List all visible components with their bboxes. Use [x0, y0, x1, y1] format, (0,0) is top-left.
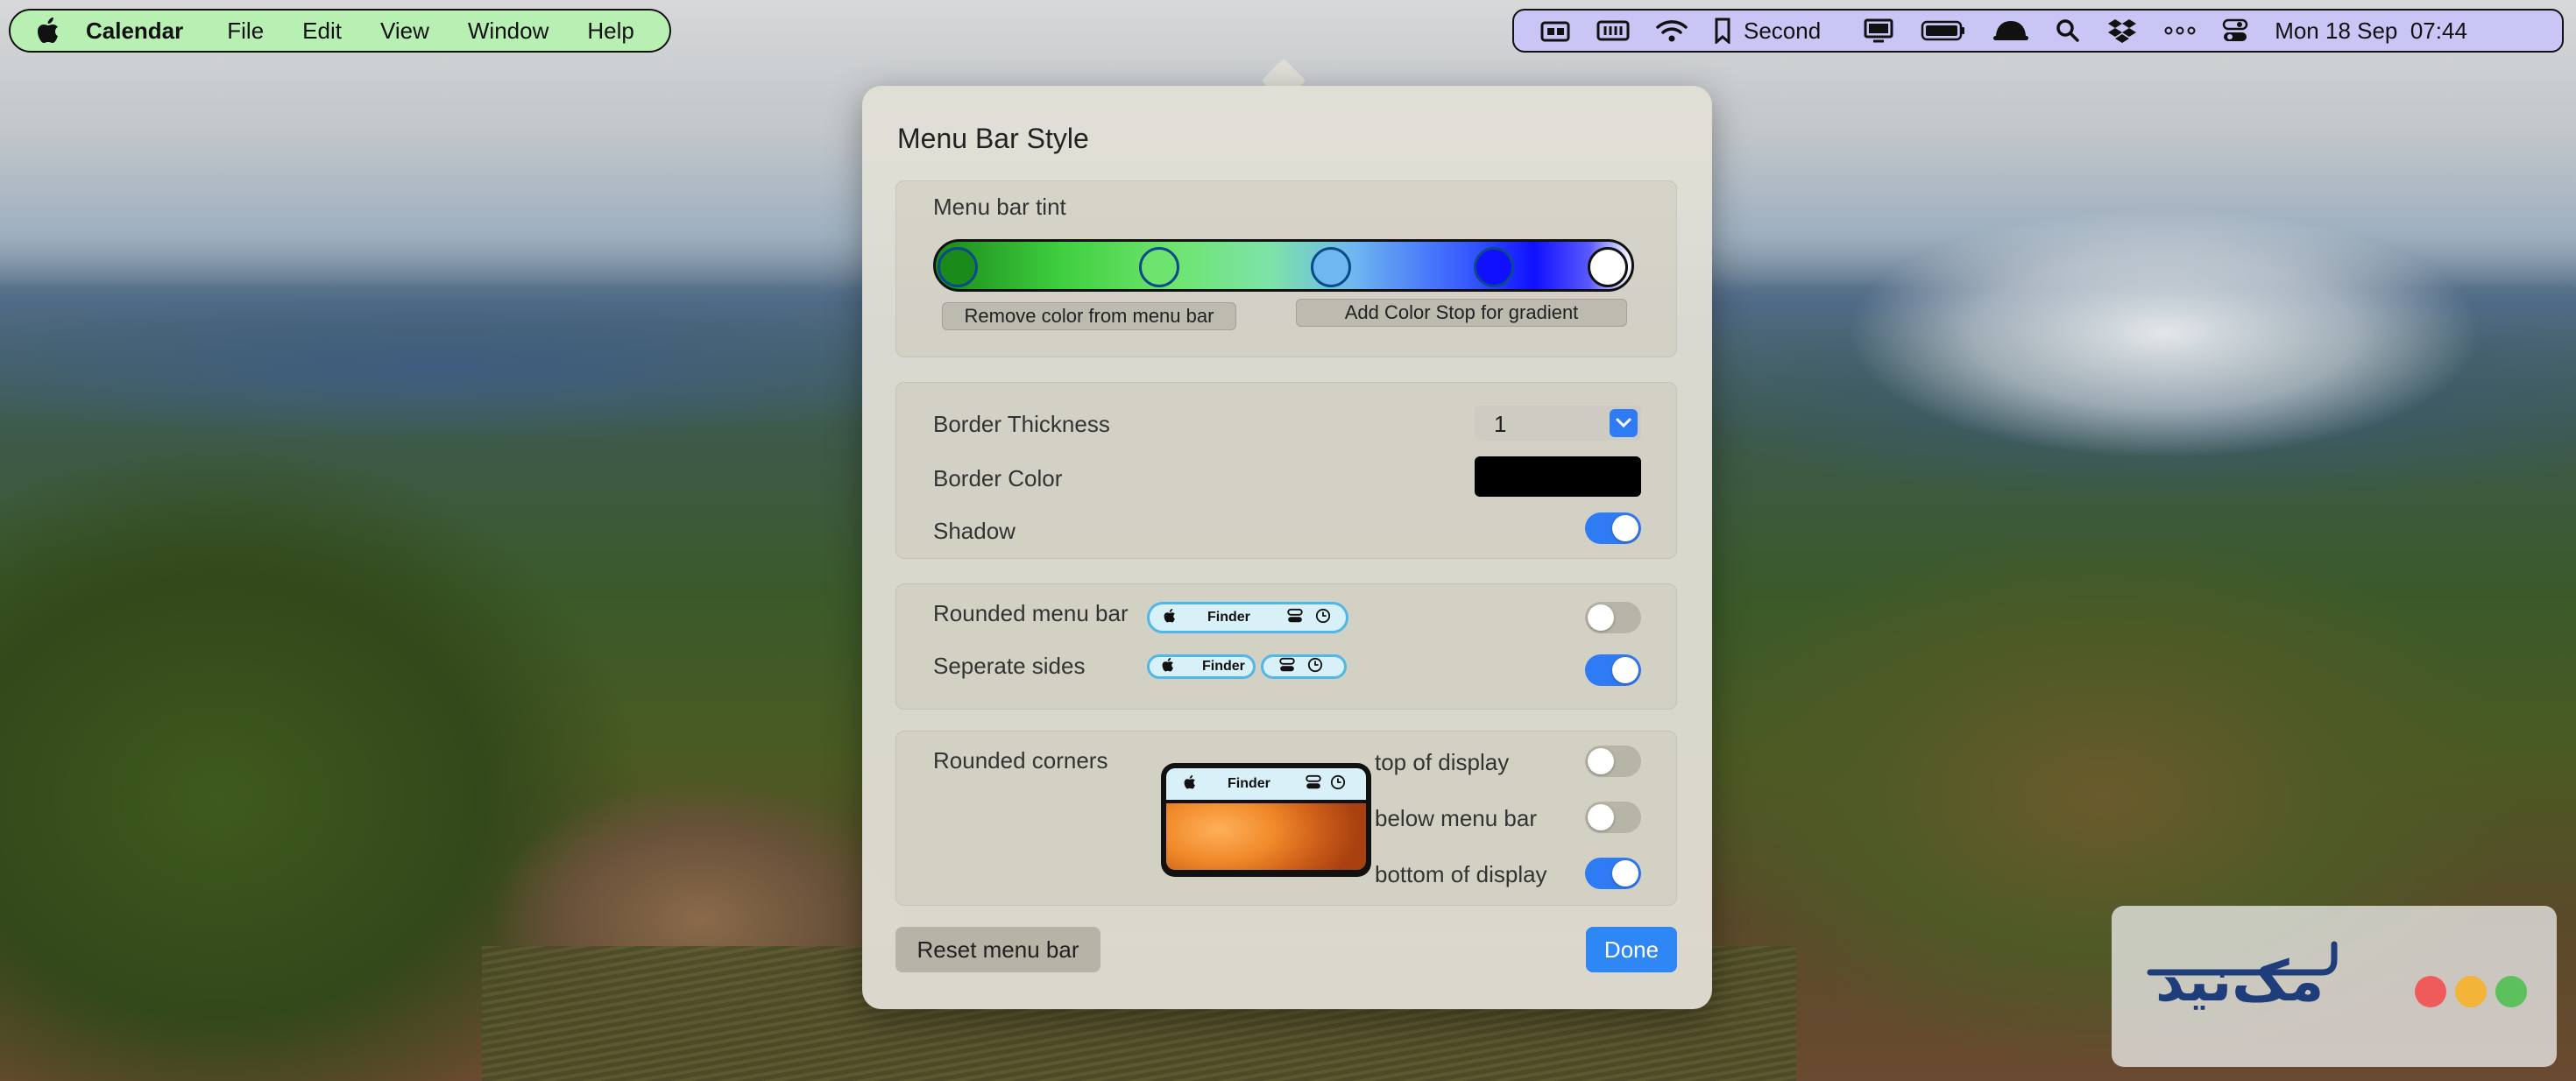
border-color-label: Border Color [933, 465, 1063, 491]
below-menu-bar-toggle[interactable] [1585, 802, 1641, 833]
color-stop-4[interactable] [1474, 247, 1514, 287]
bookmark-label[interactable]: Second [1744, 18, 1821, 45]
forest-left [0, 403, 964, 1081]
toggle-knob [1588, 748, 1614, 774]
separate-sides-toggle[interactable] [1585, 654, 1641, 686]
border-thickness-select[interactable]: 1 [1475, 406, 1641, 441]
toggle-knob [1588, 604, 1614, 631]
corners-preview: Finder [1161, 763, 1371, 877]
preview-menu-bar: Finder [1166, 768, 1366, 800]
color-stop-1[interactable] [938, 247, 978, 287]
clock-icon [1315, 608, 1331, 628]
menu-bar-left: Calendar File Edit View Window Help [9, 9, 671, 53]
rounded-corners-label: Rounded corners [933, 747, 1108, 774]
border-color-swatch[interactable] [1475, 456, 1641, 497]
media-icon[interactable] [1540, 17, 1570, 45]
watermark-logo: مک‌نید [2112, 906, 2557, 1067]
tint-label: Menu bar tint [933, 194, 1066, 220]
watermark-text: مک‌نید [2155, 950, 2325, 1014]
control-center-icon [1287, 608, 1303, 628]
preview-app-name: Finder [1202, 659, 1245, 674]
menu-edit[interactable]: Edit [302, 18, 342, 45]
top-of-display-label: top of display [1375, 749, 1510, 775]
incognito-hat-icon[interactable] [1992, 17, 2029, 45]
control-center-icon [1279, 657, 1295, 677]
menu-help[interactable]: Help [587, 18, 633, 45]
separate-right-pill [1261, 654, 1347, 679]
bookmark-icon[interactable] [1714, 17, 1731, 45]
popover-title: Menu Bar Style [897, 123, 1089, 154]
preview-app-name: Finder [1207, 610, 1250, 625]
reset-menu-bar-button[interactable]: Reset menu bar [895, 927, 1100, 972]
watermark-dot-red [2415, 976, 2446, 1007]
rounded-menu-bar-label: Rounded menu bar [933, 600, 1129, 626]
fog-cloud [1709, 175, 2576, 508]
menu-bar-style-popover: Menu Bar Style Menu bar tint Remove colo… [862, 86, 1712, 1009]
border-thickness-value: 1 [1494, 411, 1507, 437]
done-button[interactable]: Done [1586, 927, 1677, 972]
battery-icon[interactable] [1921, 17, 1966, 45]
color-stop-2[interactable] [1139, 247, 1179, 287]
below-menu-bar-label: below menu bar [1375, 805, 1537, 831]
preview-wallpaper [1166, 803, 1366, 870]
chevron-down-icon[interactable] [1610, 409, 1638, 437]
tint-gradient-bar[interactable] [933, 239, 1634, 292]
remove-color-button[interactable]: Remove color from menu bar [942, 302, 1236, 330]
memory-icon[interactable] [1596, 17, 1630, 45]
apple-logo-icon [1184, 774, 1196, 794]
apple-logo-icon [1164, 608, 1176, 627]
menu-file[interactable]: File [227, 18, 264, 45]
clock-datetime[interactable]: Mon 18 Sep 07:44 [2275, 18, 2467, 45]
watermark-dot-green [2495, 976, 2527, 1007]
clock-icon [1307, 657, 1323, 677]
display-icon[interactable] [1863, 17, 1894, 45]
tint-section: Menu bar tint Remove color from menu bar… [895, 180, 1677, 357]
toggle-knob [1612, 657, 1638, 683]
bottom-of-display-label: bottom of display [1375, 861, 1547, 887]
control-center-icon [1306, 774, 1321, 795]
apple-logo-icon [1162, 657, 1174, 676]
control-center-icon[interactable] [2222, 17, 2248, 45]
add-color-stop-button[interactable]: Add Color Stop for gradient [1296, 299, 1627, 327]
border-section: Border Thickness 1 Border Color Shadow [895, 382, 1677, 559]
watermark-dot-yellow [2455, 976, 2487, 1007]
search-icon[interactable] [2056, 17, 2080, 45]
clock-icon [1330, 774, 1346, 795]
rounded-corners-section: Rounded corners Finder top of display be… [895, 731, 1677, 906]
toggle-knob [1612, 860, 1638, 887]
rounded-preview-bar: Finder [1147, 602, 1348, 633]
separate-preview-bar: Finder [1147, 654, 1347, 679]
apple-logo-icon[interactable] [37, 17, 60, 45]
color-stop-3[interactable] [1311, 247, 1351, 287]
separate-left-pill: Finder [1147, 654, 1256, 679]
color-stop-5[interactable] [1588, 247, 1628, 287]
rounded-menu-bar-toggle[interactable] [1585, 602, 1641, 633]
shadow-toggle[interactable] [1585, 512, 1641, 544]
shadow-label: Shadow [933, 518, 1016, 544]
top-of-display-toggle[interactable] [1585, 745, 1641, 777]
menu-bar-right: Second Mon 18 Sep 07:44 [1512, 9, 2564, 53]
menu-window[interactable]: Window [468, 18, 548, 45]
preview-app-name: Finder [1228, 776, 1270, 791]
rounded-section: Rounded menu bar Finder Seperate sides F… [895, 583, 1677, 710]
wifi-icon[interactable] [1656, 17, 1688, 45]
bottom-of-display-toggle[interactable] [1585, 858, 1641, 889]
menu-view[interactable]: View [380, 18, 429, 45]
menu-app-name[interactable]: Calendar [86, 18, 183, 45]
separate-sides-label: Seperate sides [933, 653, 1086, 679]
toggle-knob [1588, 804, 1614, 830]
border-thickness-label: Border Thickness [933, 411, 1110, 437]
dropbox-icon[interactable] [2106, 17, 2138, 45]
more-icon[interactable] [2164, 17, 2196, 45]
toggle-knob [1612, 515, 1638, 541]
